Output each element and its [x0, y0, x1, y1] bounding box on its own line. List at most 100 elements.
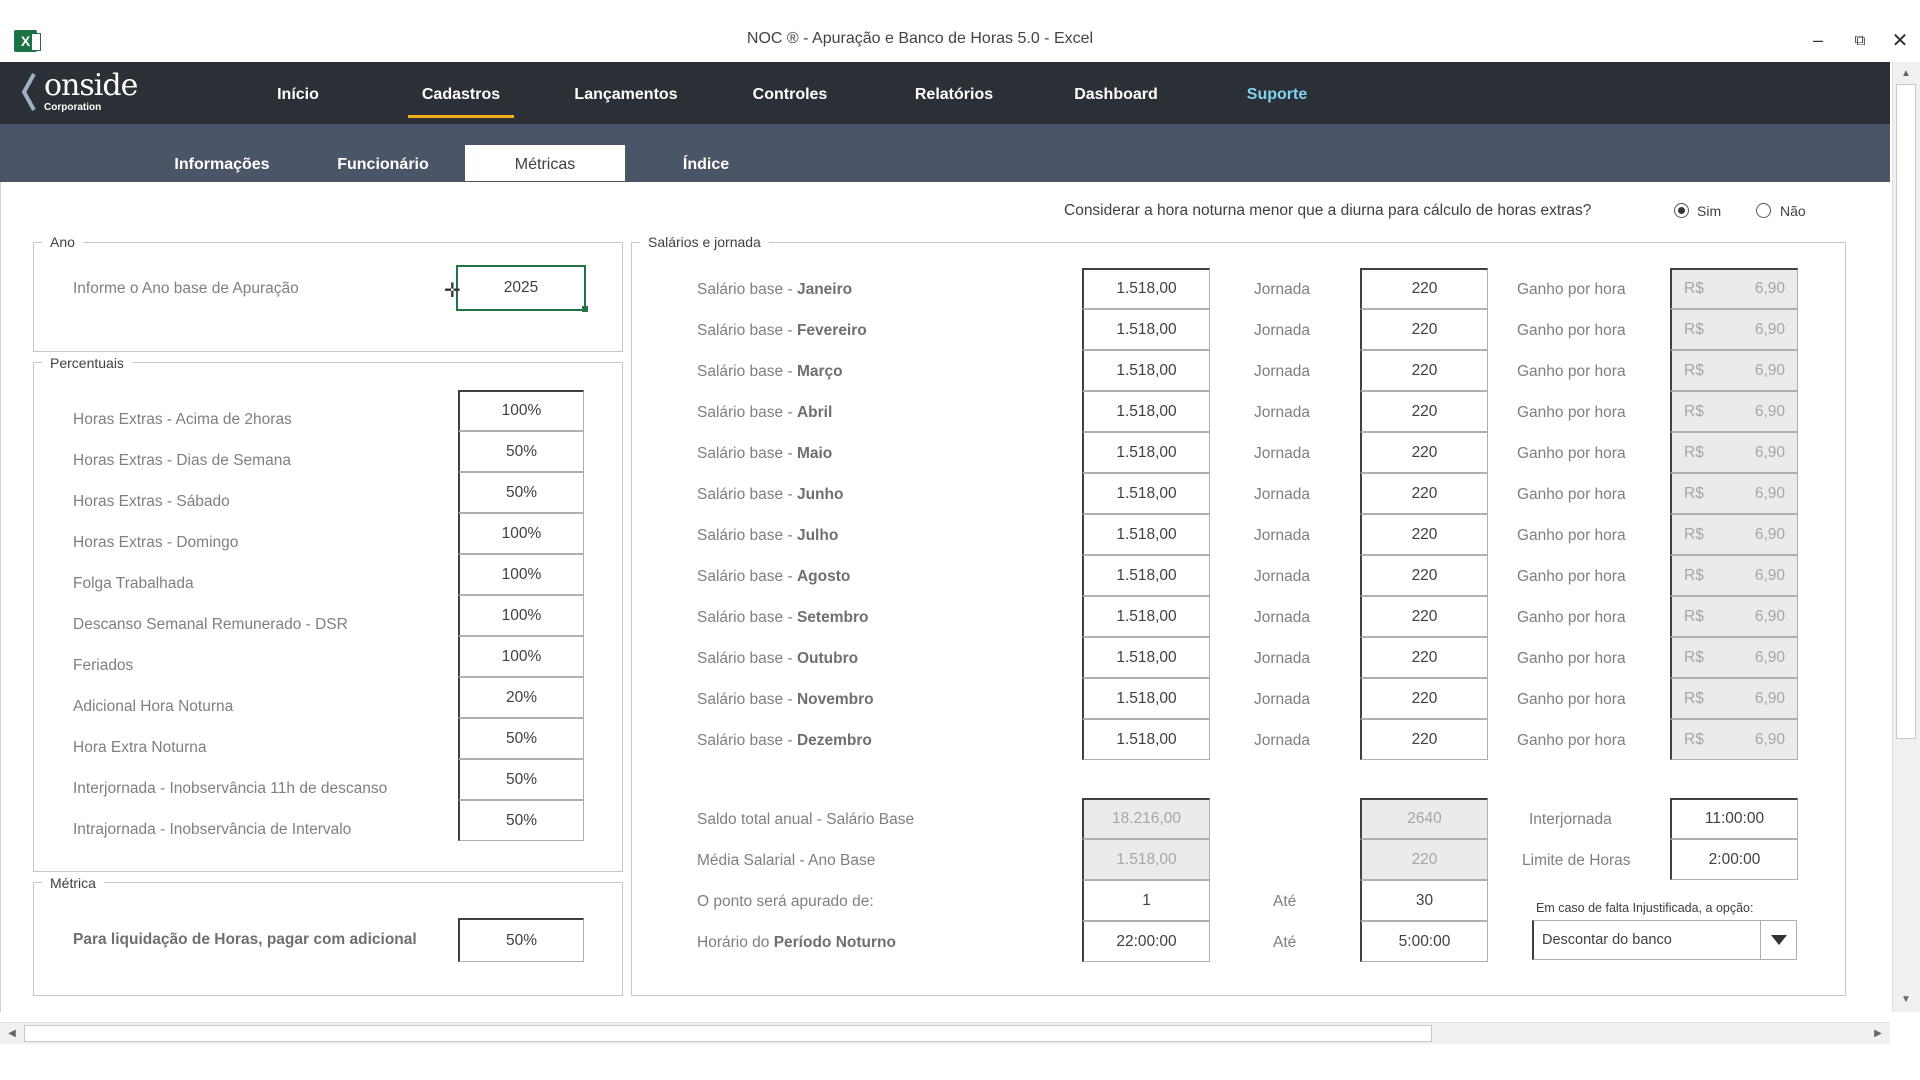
- media-jornada: 220: [1360, 839, 1488, 880]
- percentual-label: Folga Trabalhada: [73, 575, 194, 592]
- ponto-from-input[interactable]: 1: [1082, 880, 1210, 921]
- salario-label: Salário base - Fevereiro: [697, 322, 867, 340]
- limite-label: Limite de Horas: [1522, 852, 1631, 869]
- salario-input[interactable]: 1.518,00: [1082, 719, 1210, 760]
- salario-month: Agosto: [796, 568, 851, 585]
- restore-icon[interactable]: ⧉: [1844, 26, 1876, 54]
- ano-label: Informe o Ano base de Apuração: [73, 280, 299, 297]
- ganho-label: Ganho por hora: [1517, 568, 1626, 585]
- scroll-left-icon[interactable]: ◀: [2, 1025, 22, 1042]
- currency-symbol: R$: [1684, 361, 1704, 379]
- salario-input[interactable]: 1.518,00: [1082, 514, 1210, 555]
- tab-metricas[interactable]: Métricas: [480, 156, 610, 174]
- horizontal-scroll-thumb[interactable]: [24, 1025, 1432, 1042]
- salario-input[interactable]: 1.518,00: [1082, 596, 1210, 637]
- jornada-input[interactable]: 220: [1360, 391, 1488, 432]
- percentual-label: Interjornada - Inobservância 11h de desc…: [73, 780, 388, 797]
- jornada-input[interactable]: 220: [1360, 678, 1488, 719]
- ganho-value: R$ 6,90: [1670, 514, 1798, 555]
- noturno-label-pre: Horário do: [697, 934, 774, 951]
- nav-controles[interactable]: Controles: [740, 86, 840, 104]
- nav-inicio[interactable]: Início: [258, 86, 338, 104]
- percentual-input[interactable]: 50%: [458, 472, 584, 513]
- jornada-input[interactable]: 220: [1360, 596, 1488, 637]
- percentual-input[interactable]: 50%: [458, 431, 584, 472]
- scroll-right-icon[interactable]: ▶: [1868, 1025, 1888, 1042]
- percentual-label: Horas Extras - Domingo: [73, 534, 239, 551]
- saldo-jornada: 2640: [1360, 798, 1488, 839]
- percentual-input[interactable]: 50%: [458, 718, 584, 759]
- salario-input[interactable]: 1.518,00: [1082, 678, 1210, 719]
- currency-symbol: R$: [1684, 689, 1704, 707]
- vertical-scroll-thumb[interactable]: [1896, 84, 1916, 739]
- salario-input[interactable]: 1.518,00: [1082, 391, 1210, 432]
- falta-dropdown[interactable]: Descontar do banco: [1532, 920, 1797, 960]
- ganho-amount: 6,90: [1754, 689, 1785, 707]
- nav-relatorios[interactable]: Relatórios: [904, 86, 1004, 104]
- ganho-value: R$ 6,90: [1670, 391, 1798, 432]
- jornada-input[interactable]: 220: [1360, 514, 1488, 555]
- noturno-from-input[interactable]: 22:00:00: [1082, 921, 1210, 962]
- percentual-input[interactable]: 100%: [458, 513, 584, 554]
- percentual-input[interactable]: 50%: [458, 800, 584, 841]
- ganho-value: R$ 6,90: [1670, 637, 1798, 678]
- percentual-input[interactable]: 100%: [458, 636, 584, 677]
- currency-symbol: R$: [1684, 443, 1704, 461]
- ponto-to-input[interactable]: 30: [1360, 880, 1488, 921]
- logo-subtitle: Corporation: [44, 102, 102, 113]
- metrica-input[interactable]: 50%: [458, 918, 584, 962]
- salario-input[interactable]: 1.518,00: [1082, 555, 1210, 596]
- logo-chevron-icon: [21, 73, 36, 111]
- ganho-value: R$ 6,90: [1670, 555, 1798, 596]
- percentual-label: Hora Extra Noturna: [73, 739, 207, 756]
- ano-input[interactable]: 2025: [456, 265, 586, 311]
- nav-dashboard[interactable]: Dashboard: [1066, 86, 1166, 104]
- chevron-down-icon[interactable]: [1760, 921, 1796, 959]
- tab-informacoes[interactable]: Informações: [162, 156, 282, 174]
- jornada-input[interactable]: 220: [1360, 555, 1488, 596]
- jornada-input[interactable]: 220: [1360, 268, 1488, 309]
- percentual-input[interactable]: 100%: [458, 595, 584, 636]
- ganho-label: Ganho por hora: [1517, 486, 1626, 503]
- scroll-down-icon[interactable]: ▼: [1896, 990, 1916, 1008]
- scroll-up-icon[interactable]: ▲: [1896, 64, 1916, 82]
- nav-suporte[interactable]: Suporte: [1232, 86, 1322, 104]
- jornada-label: Jornada: [1254, 404, 1311, 421]
- salario-input[interactable]: 1.518,00: [1082, 432, 1210, 473]
- radio-sim[interactable]: [1674, 203, 1689, 218]
- jornada-input[interactable]: 220: [1360, 432, 1488, 473]
- salario-input[interactable]: 1.518,00: [1082, 268, 1210, 309]
- fill-handle[interactable]: [582, 306, 588, 312]
- logo: onside: [44, 68, 138, 103]
- jornada-input[interactable]: 220: [1360, 719, 1488, 760]
- jornada-label: Jornada: [1254, 322, 1311, 339]
- tab-indice[interactable]: Índice: [666, 156, 746, 174]
- nav-active-underline: [408, 115, 514, 118]
- percentual-input[interactable]: 20%: [458, 677, 584, 718]
- salario-input[interactable]: 1.518,00: [1082, 637, 1210, 678]
- currency-symbol: R$: [1684, 525, 1704, 543]
- jornada-input[interactable]: 220: [1360, 309, 1488, 350]
- salario-input[interactable]: 1.518,00: [1082, 309, 1210, 350]
- jornada-input[interactable]: 220: [1360, 473, 1488, 514]
- radio-nao[interactable]: [1756, 203, 1771, 218]
- jornada-input[interactable]: 220: [1360, 637, 1488, 678]
- ganho-value: R$ 6,90: [1670, 596, 1798, 637]
- salario-input[interactable]: 1.518,00: [1082, 473, 1210, 514]
- interjornada-input[interactable]: 11:00:00: [1670, 798, 1798, 839]
- close-icon[interactable]: ✕: [1884, 26, 1916, 54]
- noturno-to-input[interactable]: 5:00:00: [1360, 921, 1488, 962]
- nav-cadastros[interactable]: Cadastros: [411, 86, 511, 104]
- percentual-input[interactable]: 100%: [458, 554, 584, 595]
- percentual-input[interactable]: 50%: [458, 759, 584, 800]
- limite-input[interactable]: 2:00:00: [1670, 839, 1798, 880]
- salario-input[interactable]: 1.518,00: [1082, 350, 1210, 391]
- minimize-icon[interactable]: –: [1802, 26, 1834, 54]
- salario-prefix: Salário base -: [697, 609, 797, 626]
- nav-lancamentos[interactable]: Lançamentos: [568, 86, 684, 104]
- noturno-label-bold: Período Noturno: [773, 934, 896, 951]
- jornada-input[interactable]: 220: [1360, 350, 1488, 391]
- tab-funcionario[interactable]: Funcionário: [328, 156, 438, 174]
- percentual-input[interactable]: 100%: [458, 390, 584, 431]
- salario-label: Salário base - Maio: [697, 445, 832, 463]
